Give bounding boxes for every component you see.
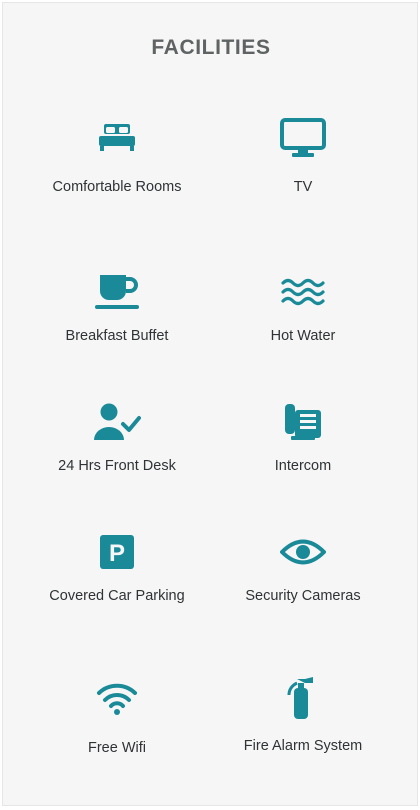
facility-label: Fire Alarm System [243, 738, 363, 754]
fire-extinguisher-icon [199, 675, 407, 721]
facility-label: Free Wifi [88, 740, 146, 756]
facility-label: Security Cameras [245, 588, 361, 604]
coffee-cup-icon [13, 269, 221, 315]
facility-label: Intercom [274, 458, 332, 474]
intercom-phone-icon [199, 399, 407, 445]
facility-label: Breakfast Buffet [65, 328, 169, 344]
facility-label: TV [293, 179, 313, 195]
svg-text:P: P [109, 540, 125, 567]
tv-icon [199, 115, 407, 161]
eye-icon [199, 529, 407, 575]
user-check-icon [13, 399, 221, 445]
facility-label: 24 Hrs Front Desk [58, 458, 176, 474]
facility-label: Hot Water [270, 328, 336, 344]
facility-label: Comfortable Rooms [52, 179, 182, 195]
parking-icon: P [13, 529, 221, 575]
bed-icon [13, 115, 221, 161]
facilities-card: FACILITIES Comfortable Rooms TV Breakfas… [2, 2, 418, 806]
water-waves-icon [199, 269, 407, 315]
facility-label: Covered Car Parking [49, 588, 185, 604]
page-title: FACILITIES [151, 36, 271, 59]
wifi-icon [13, 675, 221, 721]
